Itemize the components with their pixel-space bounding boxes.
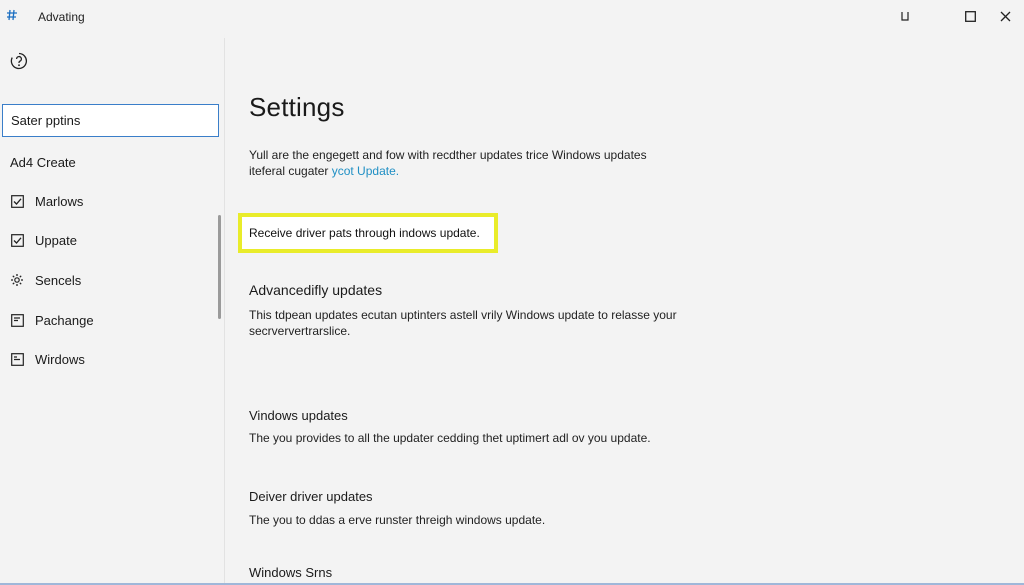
intro-line-2-text: iteferal cugater bbox=[249, 164, 332, 178]
section-text-line: The you provides to all the updater cedd… bbox=[249, 431, 651, 445]
close-button[interactable] bbox=[993, 5, 1017, 27]
sidebar-item-label: Ad4 Create bbox=[10, 154, 76, 170]
sidebar-item-windows[interactable]: Wirdows bbox=[0, 345, 218, 373]
section-text-windows-updates: The you provides to all the updater cedd… bbox=[249, 430, 651, 446]
window-title: Advating bbox=[38, 10, 85, 24]
sidebar-item-label: Wirdows bbox=[35, 351, 85, 367]
sidebar-item-uppate[interactable]: Uppate bbox=[0, 226, 218, 254]
driver-option-highlight[interactable]: Receive driver pats through indows updat… bbox=[238, 213, 498, 253]
sidebar-scrollbar[interactable] bbox=[218, 215, 221, 319]
maximize-button[interactable] bbox=[958, 5, 982, 27]
section-text-line: The you to ddas a erve runster threigh w… bbox=[249, 513, 546, 527]
maximize-icon bbox=[964, 10, 976, 22]
checkbox-icon bbox=[10, 233, 24, 247]
minimize-button[interactable] bbox=[893, 5, 917, 27]
section-text-advanced: This tdpean updates ecutan uptinters ast… bbox=[249, 307, 677, 339]
section-text-line: secrververtrarslice. bbox=[249, 324, 351, 338]
sidebar-item-label: Marlows bbox=[35, 193, 84, 209]
section-heading-windows-updates: Vindows updates bbox=[249, 408, 348, 423]
title-bar: Advating bbox=[0, 0, 1024, 34]
sidebar-item-sencels[interactable]: Sencels bbox=[0, 266, 218, 294]
intro-line-1: Yull are the engegett and fow with recdt… bbox=[249, 148, 647, 162]
sidebar-item-marlows[interactable]: Marlows bbox=[0, 187, 218, 215]
section-heading-advanced: Advancedifly updates bbox=[249, 282, 383, 298]
intro-text: Yull are the engegett and fow with recdt… bbox=[249, 147, 647, 179]
sidebar-item-create[interactable]: Ad4 Create bbox=[0, 148, 218, 176]
section-text-line: This tdpean updates ecutan uptinters ast… bbox=[249, 308, 677, 322]
gear-icon bbox=[10, 273, 24, 287]
minimize-icon bbox=[900, 11, 910, 21]
section-heading-driver-updates: Deiver driver updates bbox=[249, 489, 373, 504]
intro-line-2: iteferal cugater ycot Update. bbox=[249, 163, 647, 179]
page-title: Settings bbox=[249, 92, 345, 122]
section-heading-windows-srns: Windows Srns bbox=[249, 565, 333, 580]
sidebar-item-pachange[interactable]: Pachange bbox=[0, 306, 218, 334]
search-input[interactable] bbox=[3, 105, 218, 136]
hash-icon bbox=[4, 9, 20, 25]
section-text-driver-updates: The you to ddas a erve runster threigh w… bbox=[249, 512, 545, 528]
close-icon bbox=[1000, 11, 1011, 22]
help-icon[interactable] bbox=[10, 52, 28, 70]
sidebar-item-label: Sencels bbox=[35, 272, 82, 288]
search-box[interactable] bbox=[2, 104, 219, 137]
document-icon bbox=[10, 313, 24, 327]
driver-option-label: Receive driver pats through indows updat… bbox=[249, 226, 480, 240]
sidebar-item-label: Pachange bbox=[35, 312, 94, 328]
window-icon bbox=[10, 352, 24, 366]
checkbox-icon bbox=[10, 194, 24, 208]
sidebar-item-label: Uppate bbox=[35, 232, 77, 248]
update-link[interactable]: ycot Update. bbox=[332, 164, 399, 178]
